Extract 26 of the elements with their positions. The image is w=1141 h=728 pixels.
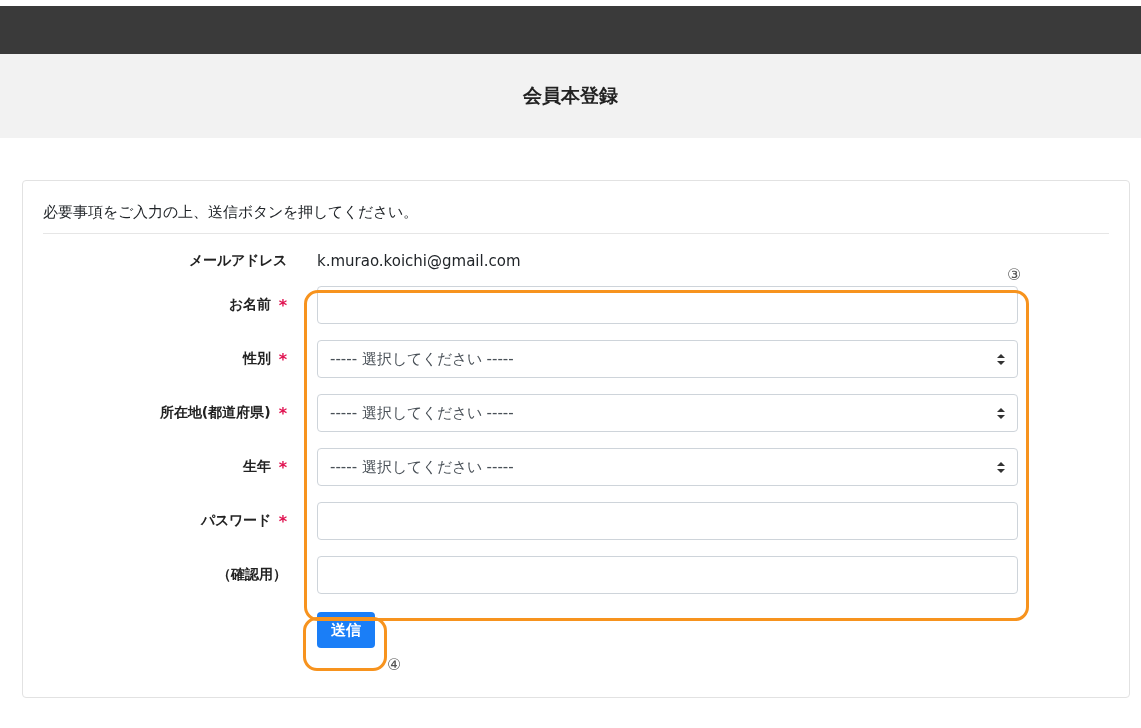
field-label: （確認用） bbox=[217, 566, 287, 584]
page-title: 会員本登録 bbox=[523, 83, 618, 108]
required-mark: * bbox=[278, 403, 287, 423]
annotation-number: ③ bbox=[1007, 265, 1022, 284]
intro-text: 必要事項をご入力の上、送信ボタンを押してください。 bbox=[43, 201, 1109, 234]
input-field[interactable] bbox=[317, 502, 1018, 540]
annotation-number: ④ bbox=[387, 655, 402, 674]
input-field[interactable] bbox=[317, 556, 1018, 594]
up-down-icon bbox=[997, 407, 1005, 419]
required-mark: * bbox=[278, 349, 287, 369]
field-label: メールアドレス bbox=[189, 252, 287, 270]
input-field[interactable] bbox=[317, 286, 1018, 324]
up-down-icon bbox=[997, 353, 1005, 365]
select-field[interactable]: ----- 選択してください ----- bbox=[317, 340, 1018, 378]
field-label: 性別 bbox=[242, 350, 271, 368]
select-field[interactable]: ----- 選択してください ----- bbox=[317, 448, 1018, 486]
email-value: k.murao.koichi@gmail.com bbox=[317, 252, 522, 270]
up-down-icon bbox=[997, 461, 1005, 473]
field-label: パスワード bbox=[200, 512, 271, 530]
required-mark: * bbox=[278, 511, 287, 531]
required-mark: * bbox=[278, 457, 287, 477]
field-label: 所在地(都道府県) bbox=[159, 404, 271, 422]
select-field[interactable]: ----- 選択してください ----- bbox=[317, 394, 1018, 432]
field-label: 生年 bbox=[242, 458, 271, 476]
field-label: お名前 bbox=[228, 296, 271, 314]
required-mark: * bbox=[278, 295, 287, 315]
